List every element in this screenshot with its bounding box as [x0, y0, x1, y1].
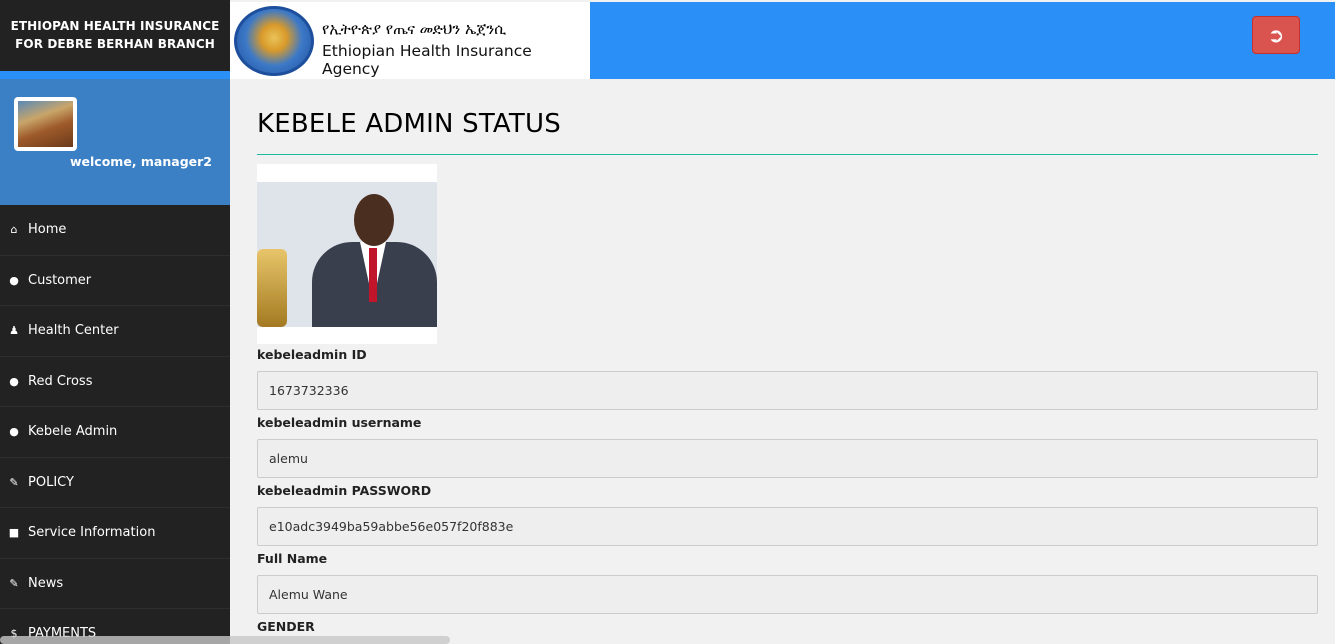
logo-english-text: Ethiopian Health Insurance Agency — [322, 42, 532, 78]
avatar[interactable] — [14, 97, 77, 151]
title-divider — [257, 154, 1318, 155]
brand-accent-bar — [0, 71, 230, 79]
edit-icon: ✎ — [9, 475, 19, 489]
sidebar-item-home[interactable]: ⌂ Home — [0, 205, 230, 256]
sidebar-item-customer[interactable]: ● Customer — [0, 256, 230, 306]
sidebar-item-label: Home — [28, 222, 67, 238]
agency-seal-icon — [234, 6, 314, 76]
agency-logo[interactable]: የኢትዮጵያ የጤና መድህን ኤጀንሲ Ethiopian Health In… — [230, 2, 590, 79]
users-icon: ● — [9, 273, 19, 287]
welcome-text: welcome, manager2 — [70, 154, 212, 169]
field-label-full-name: Full Name — [257, 551, 328, 566]
brand-title: ETHIOPAN HEALTH INSURANCE FOR DEBRE BERH… — [0, 0, 230, 71]
user-profile: welcome, manager2 — [0, 79, 230, 205]
sidebar-item-health-center[interactable]: ♟ Health Center — [0, 306, 230, 357]
sidebar-nav: ⌂ Home ● Customer ♟ Health Center ● Red Cros… — [0, 205, 230, 644]
user-md-icon: ♟ — [9, 324, 19, 338]
sidebar-item-red-cross[interactable]: ● Red Cross — [0, 357, 230, 407]
book-icon: ■ — [8, 526, 20, 540]
sidebar-item-label: Service Information — [28, 525, 156, 541]
kebeleadmin-password-field[interactable]: e10adc3949ba59abbe56e057f20f883e — [257, 507, 1318, 546]
kebeleadmin-id-field[interactable]: 1673732336 — [257, 371, 1318, 410]
horizontal-scrollbar[interactable] — [0, 636, 450, 644]
kebeleadmin-username-field[interactable]: alemu — [257, 439, 1318, 478]
sidebar-item-label: Kebele Admin — [28, 424, 118, 440]
sidebar-item-label: Customer — [28, 272, 92, 288]
page-title: KEBELE ADMIN STATUS — [257, 109, 561, 139]
field-label-username: kebeleadmin username — [257, 415, 422, 430]
sidebar-item-service-information[interactable]: ■ Service Information — [0, 508, 230, 559]
field-label-password: kebeleadmin PASSWORD — [257, 483, 432, 498]
users-icon: ● — [9, 374, 19, 388]
logout-button[interactable]: ➲ — [1252, 16, 1300, 54]
users-icon: ● — [9, 425, 19, 439]
brand-line-2: FOR DEBRE BERHAN BRANCH — [15, 37, 215, 51]
sidebar-item-news[interactable]: ✎ News — [0, 559, 230, 609]
brand-line-1: ETHIOPAN HEALTH INSURANCE — [10, 19, 220, 33]
sidebar: ETHIOPAN HEALTH INSURANCE FOR DEBRE BERH… — [0, 0, 230, 644]
sign-out-icon: ➲ — [1267, 23, 1285, 47]
field-label-id: kebeleadmin ID — [257, 347, 367, 362]
full-name-field[interactable]: Alemu Wane — [257, 575, 1318, 614]
logo-amharic-text: የኢትዮጵያ የጤና መድህን ኤጀንሲ — [322, 20, 507, 38]
sidebar-item-kebele-admin[interactable]: ● Kebele Admin — [0, 407, 230, 458]
main-content: KEBELE ADMIN STATUS kebeleadmin ID 16737… — [257, 79, 1318, 636]
sidebar-item-label: Red Cross — [28, 373, 93, 389]
kebele-admin-photo — [257, 164, 437, 344]
home-icon: ⌂ — [10, 223, 18, 237]
sidebar-item-label: POLICY — [28, 474, 74, 490]
field-label-gender: GENDER — [257, 619, 315, 634]
sidebar-item-policy[interactable]: ✎ POLICY — [0, 458, 230, 508]
top-navbar: የኢትዮጵያ የጤና መድህን ኤጀንሲ Ethiopian Health In… — [230, 2, 1335, 79]
sidebar-item-label: News — [28, 575, 64, 591]
edit-icon: ✎ — [9, 576, 19, 590]
sidebar-item-label: Health Center — [28, 323, 119, 339]
